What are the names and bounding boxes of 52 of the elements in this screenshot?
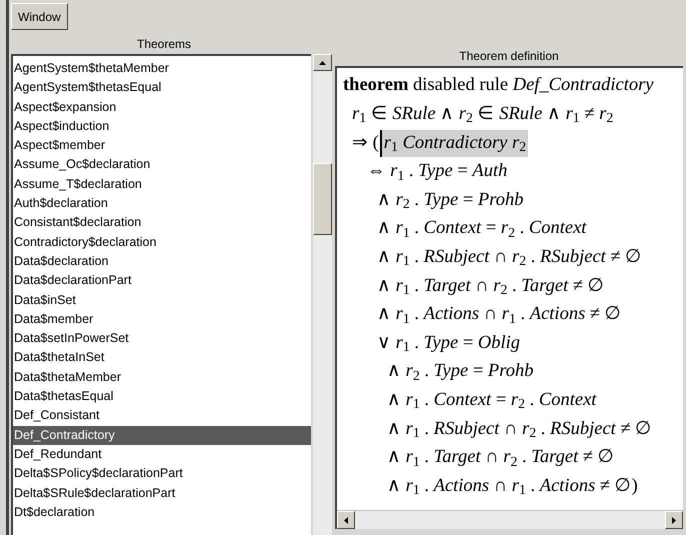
formula-line: ∧ r$_{1}$ . Context = r$_{2}$ . Context	[377, 217, 586, 243]
scroll-right-button[interactable]	[665, 511, 683, 529]
theorem-item[interactable]: Aspect$induction	[13, 116, 311, 136]
scroll-left-button[interactable]	[337, 511, 355, 529]
formula-line: ∧ r$_{1}$ . RSubject ∩ r$_{2}$ . RSubject ≠ ∅	[387, 418, 652, 444]
theorem-item[interactable]: Aspect$member	[13, 136, 311, 156]
theorem-item[interactable]: Def_Redundant	[13, 444, 311, 464]
formula-line: ∧ r$_{1}$ . Target ∩ r$_{2}$ . Target ≠ ∅	[377, 274, 605, 300]
theorem-item[interactable]: Data$inSet	[13, 290, 311, 310]
arrow-left-icon	[344, 516, 348, 524]
horizontal-scrollbar[interactable]	[337, 510, 683, 529]
theorem-item[interactable]: Data$declarationPart	[13, 271, 311, 291]
formula-line: r$_{1}$ ∈ SRule ∧ r$_{2}$ ∈ SRule ∧ r$_{1}$ ≠ r$_{2}$	[352, 103, 614, 128]
theorem-item[interactable]: Assume_T$declaration	[13, 174, 311, 194]
theorem-item[interactable]: AgentSystem$thetasEqual	[13, 78, 311, 98]
panel-title: Theorem definition	[458, 48, 560, 65]
scrollbar[interactable]	[313, 54, 332, 535]
formula-line: ⇒ (	[352, 132, 379, 155]
panel-title: Theorems	[136, 36, 192, 53]
theorem-item[interactable]: AgentSystem$thetaMember	[13, 59, 311, 78]
formula-line: ∧ r$_{1}$ . Actions ∩ r$_{1}$ . Actions ≠ ∅)	[387, 474, 638, 500]
theorem-item[interactable]: Data$thetaInSet	[13, 348, 311, 368]
theorem-item[interactable]: Delta$SPolicy$declarationPart	[13, 464, 311, 484]
scroll-up-button[interactable]	[313, 54, 332, 71]
theorem-item[interactable]: Def_Contradictory	[13, 426, 311, 445]
theorem-item[interactable]: Delta$SRule$declarationPart	[13, 484, 311, 503]
arrow-right-icon	[672, 516, 676, 524]
theorem-item[interactable]: Data$declaration	[13, 252, 311, 272]
theorem-item[interactable]: Auth$declaration	[13, 194, 311, 214]
theorem-item[interactable]: Def_Consistant	[13, 406, 311, 426]
theorem-item[interactable]: Data$setInPowerSet	[13, 329, 311, 348]
theorem-item[interactable]: Data$thetasEqual	[13, 387, 311, 406]
theorem-item[interactable]: Contradictory$declaration	[13, 232, 311, 252]
theorem-item[interactable]: Aspect$expansion	[13, 98, 311, 117]
theorem-item[interactable]: Assume_Oc$declaration	[13, 155, 311, 175]
arrow-up-icon	[319, 60, 326, 64]
formula-line: theorem disabled rule Def_Contradictory	[343, 74, 654, 98]
formula-line: ∧ r$_{2}$ . Type = Prohb	[377, 188, 524, 214]
formula-line: ∨ r$_{1}$ . Type = Oblig	[377, 332, 520, 358]
theorem-item[interactable]: Dt$declaration	[13, 502, 311, 522]
theorem-item[interactable]: Consistant$declaration	[13, 213, 311, 233]
scroll-thumb[interactable]	[313, 163, 332, 235]
formula-line: ∧ r$_{1}$ . Actions ∩ r$_{1}$ . Actions ≠ ∅	[377, 303, 622, 329]
formula-line: ∧ r$_{1}$ . RSubject ∩ r$_{2}$ . RSubject ≠ ∅	[377, 246, 642, 272]
window-button[interactable]: Window	[11, 3, 68, 30]
formula-line: ∧ r$_{1}$ . Context = r$_{2}$ . Context	[387, 388, 596, 414]
theorem-item[interactable]: Data$thetaMember	[13, 368, 311, 388]
selected-text: r$_{1}$ Contradictory r$_{2}$	[380, 130, 528, 158]
formula-line: ∧ r$_{2}$ . Type = Prohb	[387, 360, 534, 386]
theorem-item[interactable]: Data$member	[13, 310, 311, 330]
formula-line: ∧ r$_{1}$ . Target ∩ r$_{2}$ . Target ≠ ∅	[387, 446, 615, 472]
formula-line: ⇔ r$_{1}$ . Type = Auth	[367, 160, 508, 186]
